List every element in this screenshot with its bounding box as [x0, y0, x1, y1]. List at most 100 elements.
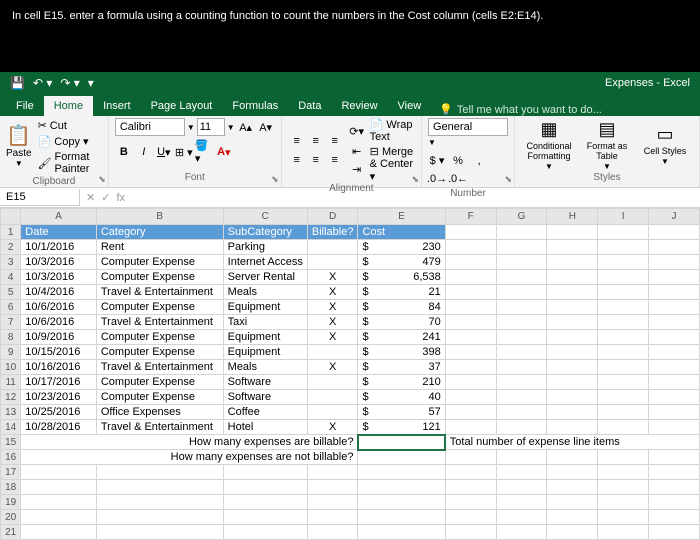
empty-cell[interactable] — [21, 495, 97, 510]
cell-cost[interactable]: $6,538 — [358, 270, 445, 285]
empty-cell[interactable] — [21, 510, 97, 525]
empty-cell[interactable] — [445, 270, 496, 285]
cell-subcategory[interactable]: Equipment — [223, 345, 307, 360]
cell-cost[interactable]: $241 — [358, 330, 445, 345]
empty-cell[interactable] — [598, 255, 649, 270]
cell-subcategory[interactable]: Hotel — [223, 420, 307, 435]
empty-cell[interactable] — [223, 525, 307, 540]
col-header-F[interactable]: F — [445, 209, 496, 225]
row-header[interactable]: 3 — [1, 255, 21, 270]
header-date[interactable]: Date — [21, 225, 97, 240]
cell-cost[interactable]: $479 — [358, 255, 445, 270]
align-bottom-icon[interactable]: ≡ — [326, 132, 344, 150]
align-right-icon[interactable]: ≡ — [326, 151, 344, 169]
tab-insert[interactable]: Insert — [93, 96, 141, 116]
row-header[interactable]: 2 — [1, 240, 21, 255]
cell-category[interactable]: Office Expenses — [96, 405, 223, 420]
empty-cell[interactable] — [649, 300, 700, 315]
empty-cell[interactable] — [223, 495, 307, 510]
row-header[interactable]: 6 — [1, 300, 21, 315]
font-color-button[interactable]: A ▾ — [215, 143, 233, 161]
cell-subcategory[interactable]: Equipment — [223, 300, 307, 315]
cell-subcategory[interactable]: Coffee — [223, 405, 307, 420]
decrease-indent-icon[interactable]: ⇤ — [348, 143, 366, 161]
empty-cell[interactable] — [547, 255, 598, 270]
row-header[interactable]: 9 — [1, 345, 21, 360]
cell-date[interactable]: 10/3/2016 — [21, 255, 97, 270]
cell-category[interactable]: Computer Expense — [96, 390, 223, 405]
empty-cell[interactable] — [96, 480, 223, 495]
empty-cell[interactable] — [21, 525, 97, 540]
row-header[interactable]: 18 — [1, 480, 21, 495]
select-all[interactable] — [1, 209, 21, 225]
cell-category[interactable]: Travel & Entertainment — [96, 285, 223, 300]
empty-cell[interactable] — [445, 390, 496, 405]
cell-cost[interactable]: $398 — [358, 345, 445, 360]
cell-subcategory[interactable]: Taxi — [223, 315, 307, 330]
row-header[interactable]: 5 — [1, 285, 21, 300]
cell-category[interactable]: Travel & Entertainment — [96, 420, 223, 435]
empty-cell[interactable] — [547, 420, 598, 435]
not-billable-question[interactable]: How many expenses are not billable? — [21, 450, 358, 465]
empty-cell[interactable] — [598, 420, 649, 435]
empty-cell[interactable] — [598, 510, 649, 525]
tab-home[interactable]: Home — [44, 96, 93, 116]
align-top-icon[interactable]: ≡ — [288, 132, 306, 150]
fill-color-button[interactable]: 🪣 ▾ — [195, 143, 213, 161]
empty-cell[interactable] — [445, 240, 496, 255]
cell-subcategory[interactable]: Software — [223, 390, 307, 405]
col-header-J[interactable]: J — [649, 209, 700, 225]
empty-cell[interactable] — [598, 300, 649, 315]
tab-page-layout[interactable]: Page Layout — [141, 96, 223, 116]
undo-icon[interactable]: ↶ ▾ — [33, 76, 52, 90]
empty-cell[interactable] — [598, 525, 649, 540]
row-header[interactable]: 10 — [1, 360, 21, 375]
empty-cell[interactable] — [358, 510, 445, 525]
empty-cell[interactable] — [649, 255, 700, 270]
cell-date[interactable]: 10/3/2016 — [21, 270, 97, 285]
col-header-H[interactable]: H — [547, 209, 598, 225]
empty-cell[interactable] — [598, 480, 649, 495]
empty-cell[interactable] — [598, 240, 649, 255]
empty-cell[interactable] — [496, 510, 547, 525]
empty-cell[interactable] — [445, 525, 496, 540]
qat-customize-icon[interactable]: ▾ — [88, 76, 94, 90]
cell-category[interactable]: Computer Expense — [96, 375, 223, 390]
empty-cell[interactable] — [547, 285, 598, 300]
row-header[interactable]: 21 — [1, 525, 21, 540]
empty-cell[interactable] — [496, 270, 547, 285]
empty-cell[interactable] — [649, 465, 700, 480]
empty-cell[interactable] — [649, 360, 700, 375]
empty-cell[interactable] — [307, 480, 358, 495]
header-cost[interactable]: Cost — [358, 225, 445, 240]
chevron-down-icon[interactable]: ▼ — [187, 123, 195, 132]
empty-cell[interactable] — [547, 465, 598, 480]
row-header[interactable]: 13 — [1, 405, 21, 420]
cell-cost[interactable]: $40 — [358, 390, 445, 405]
row-header[interactable]: 7 — [1, 315, 21, 330]
col-header-E[interactable]: E — [358, 209, 445, 225]
billable-question[interactable]: How many expenses are billable? — [21, 435, 358, 450]
empty-cell[interactable] — [598, 405, 649, 420]
decrease-decimal-icon[interactable]: .0← — [449, 170, 467, 188]
cell-date[interactable]: 10/1/2016 — [21, 240, 97, 255]
empty-cell[interactable] — [649, 240, 700, 255]
empty-cell[interactable] — [96, 465, 223, 480]
empty-cell[interactable] — [96, 510, 223, 525]
empty-cell[interactable] — [547, 225, 598, 240]
empty-cell[interactable] — [649, 390, 700, 405]
col-header-G[interactable]: G — [496, 209, 547, 225]
empty-cell[interactable] — [445, 405, 496, 420]
empty-cell[interactable] — [649, 270, 700, 285]
empty-cell[interactable] — [598, 285, 649, 300]
empty-cell[interactable] — [496, 390, 547, 405]
empty-cell[interactable] — [445, 420, 496, 435]
empty-cell[interactable] — [649, 495, 700, 510]
format-painter-button[interactable]: 🖌Format Painter — [36, 150, 102, 176]
empty-cell[interactable] — [445, 495, 496, 510]
empty-cell[interactable] — [649, 330, 700, 345]
cell-category[interactable]: Computer Expense — [96, 300, 223, 315]
cell-subcategory[interactable]: Server Rental — [223, 270, 307, 285]
header-billable[interactable]: Billable? — [307, 225, 358, 240]
empty-cell[interactable] — [649, 345, 700, 360]
